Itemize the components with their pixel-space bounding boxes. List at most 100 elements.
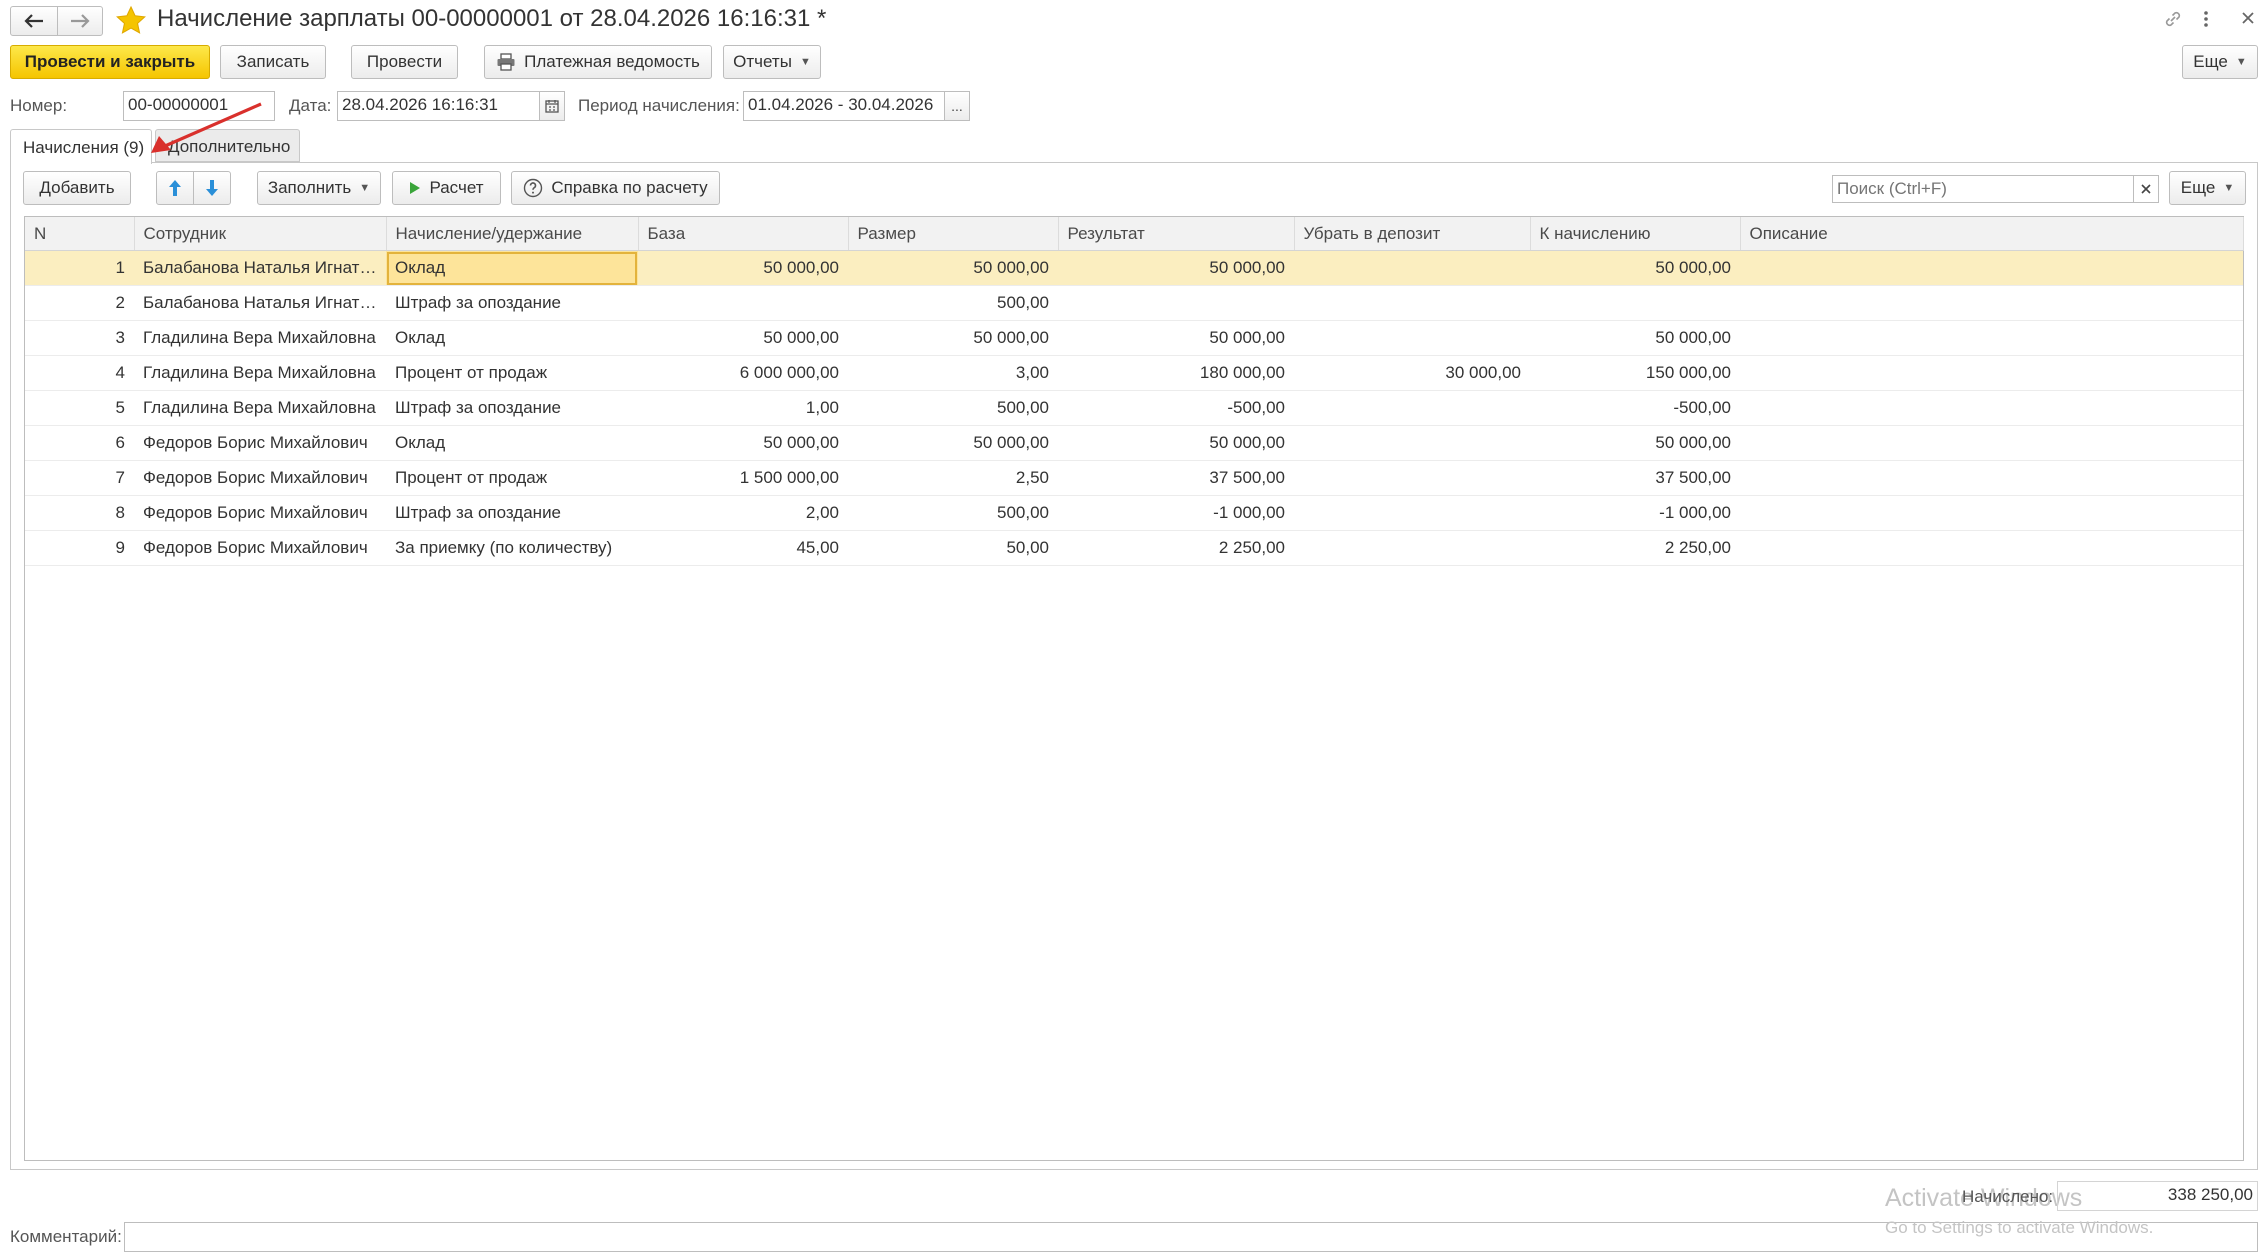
cell-n[interactable]: 8 xyxy=(25,495,134,531)
column-header-deposit[interactable]: Убрать в депозит xyxy=(1294,217,1531,251)
cell-employee[interactable]: Балабанова Наталья Игнатьевна xyxy=(134,285,386,321)
cell-size[interactable]: 500,00 xyxy=(848,390,1058,426)
move-down-button[interactable] xyxy=(193,171,231,205)
calculate-button[interactable]: Расчет xyxy=(392,171,501,205)
close-icon[interactable] xyxy=(2240,10,2256,26)
cell-result[interactable]: 37 500,00 xyxy=(1058,460,1294,496)
cell-n[interactable]: 6 xyxy=(25,425,134,461)
cell-base[interactable]: 45,00 xyxy=(638,530,848,566)
search-input[interactable] xyxy=(1832,175,2134,203)
save-button[interactable]: Записать xyxy=(220,45,326,79)
favorite-star-icon[interactable] xyxy=(115,5,147,37)
column-header-base[interactable]: База xyxy=(638,217,849,251)
cell-base[interactable]: 50 000,00 xyxy=(638,320,848,356)
calendar-button[interactable] xyxy=(539,91,565,121)
cell-description[interactable] xyxy=(1740,425,2243,461)
cell-accrual-type[interactable]: Процент от продаж xyxy=(386,460,638,496)
period-select-button[interactable]: ... xyxy=(944,91,970,121)
cell-accrual-type[interactable]: Штраф за опоздание xyxy=(386,285,638,321)
cell-to-accrue[interactable]: 50 000,00 xyxy=(1530,320,1740,356)
cell-deposit[interactable]: 30 000,00 xyxy=(1294,355,1530,391)
cell-accrual-type[interactable]: Оклад xyxy=(386,425,638,461)
back-button[interactable] xyxy=(10,6,58,36)
move-up-button[interactable] xyxy=(156,171,194,205)
cell-description[interactable] xyxy=(1740,285,2243,321)
cell-accrual-type[interactable]: За приемку (по количеству) xyxy=(386,530,638,566)
column-header-n[interactable]: N xyxy=(25,217,135,251)
cell-size[interactable]: 500,00 xyxy=(848,495,1058,531)
cell-size[interactable]: 50 000,00 xyxy=(848,320,1058,356)
cell-deposit[interactable] xyxy=(1294,530,1530,566)
cell-accrual-type[interactable]: Оклад xyxy=(386,320,638,356)
cell-base[interactable]: 1 500 000,00 xyxy=(638,460,848,496)
cell-description[interactable] xyxy=(1740,320,2243,356)
payroll-sheet-button[interactable]: Платежная ведомость xyxy=(484,45,712,79)
cell-deposit[interactable] xyxy=(1294,285,1530,321)
cell-employee[interactable]: Федоров Борис Михайлович xyxy=(134,425,386,461)
cell-result[interactable]: 50 000,00 xyxy=(1058,425,1294,461)
column-header-accrual-type[interactable]: Начисление/удержание xyxy=(386,217,639,251)
cell-to-accrue[interactable]: 37 500,00 xyxy=(1530,460,1740,496)
period-field[interactable]: 01.04.2026 - 30.04.2026 xyxy=(743,91,945,121)
fill-button[interactable]: Заполнить ▼ xyxy=(257,171,381,205)
forward-button[interactable] xyxy=(57,6,103,36)
cell-result[interactable]: -1 000,00 xyxy=(1058,495,1294,531)
cell-deposit[interactable] xyxy=(1294,320,1530,356)
column-header-description[interactable]: Описание xyxy=(1740,217,2244,251)
cell-employee[interactable]: Федоров Борис Михайлович xyxy=(134,460,386,496)
cell-deposit[interactable] xyxy=(1294,250,1530,286)
cell-description[interactable] xyxy=(1740,530,2243,566)
cell-to-accrue[interactable]: 150 000,00 xyxy=(1530,355,1740,391)
table-row[interactable]: 7 Федоров Борис Михайлович Процент от пр… xyxy=(25,460,2243,496)
cell-n[interactable]: 3 xyxy=(25,320,134,356)
cell-employee[interactable]: Гладилина Вера Михайловна xyxy=(134,320,386,356)
cell-accrual-type[interactable]: Штраф за опоздание xyxy=(386,495,638,531)
column-header-size[interactable]: Размер xyxy=(848,217,1059,251)
cell-employee[interactable]: Балабанова Наталья Игнатьевна xyxy=(134,250,386,286)
table-row[interactable]: 6 Федоров Борис Михайлович Оклад 50 000,… xyxy=(25,425,2243,461)
column-header-result[interactable]: Результат xyxy=(1058,217,1295,251)
cell-accrual-type[interactable]: Оклад xyxy=(386,250,638,286)
cell-accrual-type[interactable]: Штраф за опоздание xyxy=(386,390,638,426)
column-header-to-accrue[interactable]: К начислению xyxy=(1530,217,1741,251)
cell-size[interactable]: 50 000,00 xyxy=(848,250,1058,286)
cell-result[interactable]: 50 000,00 xyxy=(1058,250,1294,286)
table-more-button[interactable]: Еще ▼ xyxy=(2169,171,2246,205)
cell-to-accrue[interactable]: 50 000,00 xyxy=(1530,425,1740,461)
cell-result[interactable]: 2 250,00 xyxy=(1058,530,1294,566)
cell-deposit[interactable] xyxy=(1294,495,1530,531)
cell-employee[interactable]: Гладилина Вера Михайловна xyxy=(134,390,386,426)
cell-to-accrue[interactable]: -500,00 xyxy=(1530,390,1740,426)
cell-n[interactable]: 7 xyxy=(25,460,134,496)
table-row[interactable]: 1 Балабанова Наталья Игнатьевна Оклад 50… xyxy=(25,250,2243,286)
cell-to-accrue[interactable]: -1 000,00 xyxy=(1530,495,1740,531)
table-row[interactable]: 2 Балабанова Наталья Игнатьевна Штраф за… xyxy=(25,285,2243,321)
cell-description[interactable] xyxy=(1740,460,2243,496)
cell-description[interactable] xyxy=(1740,495,2243,531)
cell-base[interactable]: 50 000,00 xyxy=(638,250,848,286)
post-and-close-button[interactable]: Провести и закрыть xyxy=(10,45,210,79)
cell-deposit[interactable] xyxy=(1294,425,1530,461)
cell-size[interactable]: 50 000,00 xyxy=(848,425,1058,461)
calculation-help-button[interactable]: Справка по расчету xyxy=(511,171,720,205)
cell-to-accrue[interactable] xyxy=(1530,285,1740,321)
cell-result[interactable]: 180 000,00 xyxy=(1058,355,1294,391)
cell-base[interactable]: 6 000 000,00 xyxy=(638,355,848,391)
cell-base[interactable]: 50 000,00 xyxy=(638,425,848,461)
more-vert-icon[interactable] xyxy=(2202,9,2210,29)
cell-base[interactable]: 2,00 xyxy=(638,495,848,531)
cell-result[interactable] xyxy=(1058,285,1294,321)
date-field[interactable]: 28.04.2026 16:16:31 xyxy=(337,91,540,121)
link-icon[interactable] xyxy=(2163,9,2183,29)
cell-deposit[interactable] xyxy=(1294,390,1530,426)
table-row[interactable]: 8 Федоров Борис Михайлович Штраф за опоз… xyxy=(25,495,2243,531)
add-button[interactable]: Добавить xyxy=(23,171,131,205)
cell-size[interactable]: 2,50 xyxy=(848,460,1058,496)
column-header-employee[interactable]: Сотрудник xyxy=(134,217,387,251)
table-row[interactable]: 3 Гладилина Вера Михайловна Оклад 50 000… xyxy=(25,320,2243,356)
cell-result[interactable]: 50 000,00 xyxy=(1058,320,1294,356)
cell-to-accrue[interactable]: 2 250,00 xyxy=(1530,530,1740,566)
cell-base[interactable]: 1,00 xyxy=(638,390,848,426)
table-row[interactable]: 9 Федоров Борис Михайлович За приемку (п… xyxy=(25,530,2243,566)
cell-accrual-type[interactable]: Процент от продаж xyxy=(386,355,638,391)
